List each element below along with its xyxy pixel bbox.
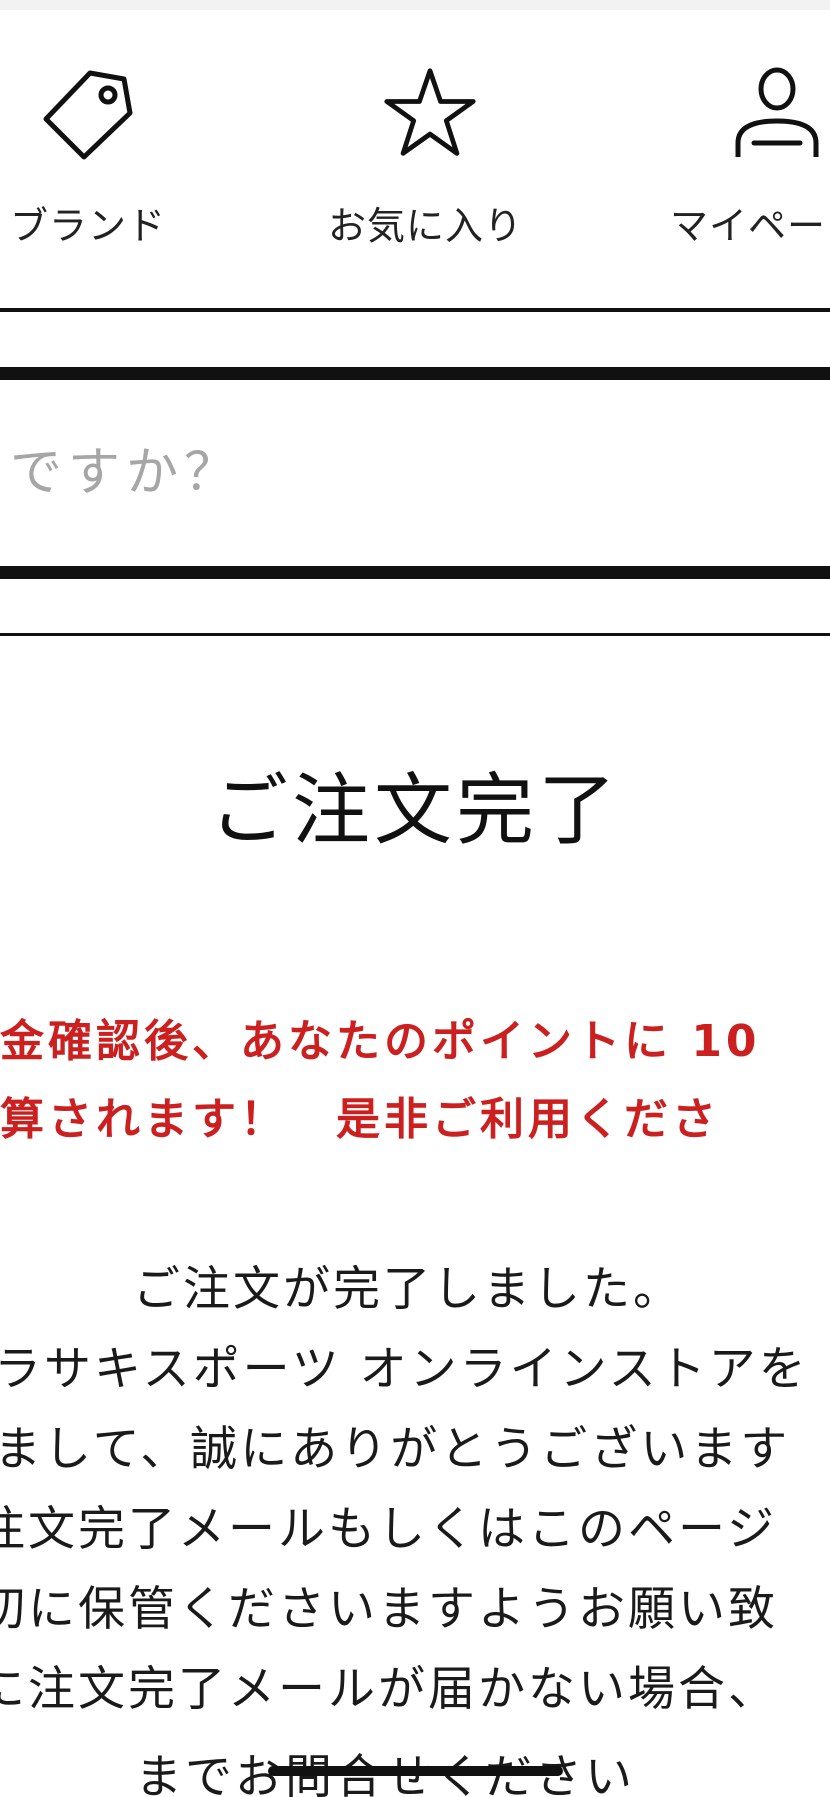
divider: [0, 308, 830, 312]
message-line: まして、誠にありがとうございます: [0, 1422, 791, 1477]
status-bar-strip: [0, 0, 830, 10]
search-box-bottom-border: [0, 566, 830, 579]
nav-item-mypage[interactable]: マイペー: [660, 55, 830, 255]
search-placeholder: ですか？: [10, 443, 243, 503]
nav-item-favorites[interactable]: お気に入り: [320, 55, 540, 255]
message-line: ラサキスポーツ オンラインストアを: [0, 1342, 809, 1397]
message-line: 切に保管くださいますようお願い致: [0, 1582, 778, 1637]
home-indicator: [268, 1766, 563, 1776]
points-notice-line: 算されます！ 是非ご利用くださ: [0, 1094, 720, 1145]
search-box-top-border: [0, 367, 830, 380]
user-icon: [735, 67, 819, 157]
search-input[interactable]: ですか？: [0, 380, 830, 566]
tag-icon: [43, 70, 133, 160]
order-complete-page: ブランド お気に入り マイペー ですか？ ご注文完了 金確認後、あなたのポイント…: [0, 0, 830, 1797]
message-line: ご注文が完了しました。: [133, 1262, 683, 1317]
points-notice-line: 金確認後、あなたのポイントに 10: [0, 1016, 761, 1067]
page-title: ご注文完了: [209, 766, 620, 856]
star-icon: [384, 68, 476, 156]
nav-label-favorites: お気に入り: [328, 204, 524, 248]
nav-label-mypage: マイペー: [670, 204, 827, 248]
message-line: に注文完了メールが届かない場合、: [0, 1662, 778, 1717]
nav-item-brand[interactable]: ブランド: [0, 55, 200, 255]
nav-label-brand: ブランド: [10, 204, 167, 248]
divider: [0, 633, 830, 636]
message-line: 注文完了メールもしくはこのページ: [0, 1502, 778, 1557]
